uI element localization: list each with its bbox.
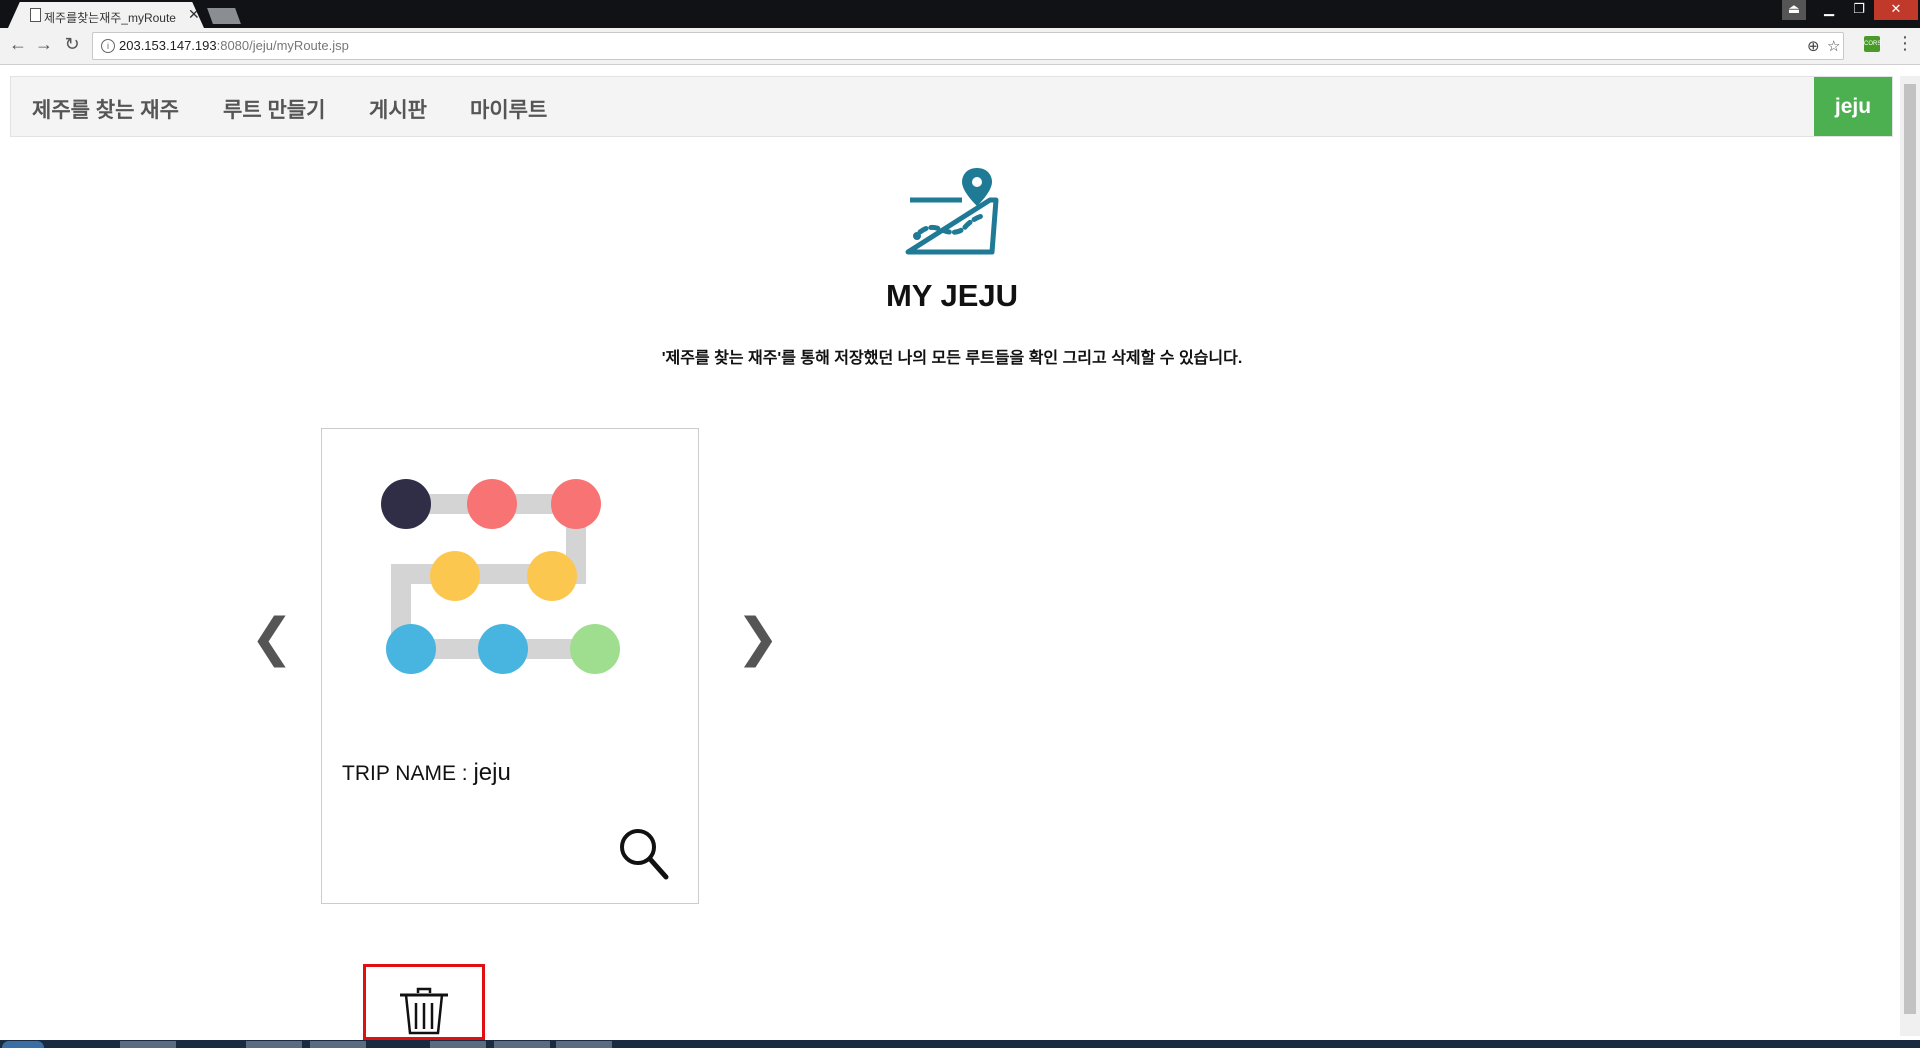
- restore-icon[interactable]: ❐: [1844, 0, 1874, 20]
- tab-title: 제주를찾는재주_myRoute: [44, 11, 176, 25]
- map-route-icon: [905, 168, 999, 255]
- trip-name: TRIP NAME : jeju: [342, 759, 511, 787]
- nav-item-board[interactable]: 게시판: [369, 94, 427, 124]
- page-subtitle: '제주를 찾는 재주'를 통해 저장했던 나의 모든 루트들을 확인 그리고 삭…: [661, 350, 1243, 367]
- close-tab-icon[interactable]: ✕: [188, 6, 200, 23]
- scroll-thumb[interactable]: [1904, 84, 1916, 1014]
- info-icon[interactable]: i: [101, 39, 115, 53]
- taskbar-item[interactable]: [246, 1041, 302, 1048]
- page-icon: [30, 8, 41, 22]
- back-icon[interactable]: ←: [6, 34, 30, 55]
- site-navbar: 제주를 찾는 재주 루트 만들기 게시판 마이루트 jeju: [10, 76, 1893, 137]
- nav-item-my-route[interactable]: 마이루트: [470, 94, 547, 124]
- trip-name-label: TRIP NAME :: [342, 762, 474, 785]
- zoom-icon[interactable]: ⊕: [1807, 37, 1820, 55]
- route-card[interactable]: TRIP NAME : jeju: [321, 428, 699, 904]
- page-title: MY JEJU: [885, 278, 1019, 313]
- minimize-icon[interactable]: ▁: [1814, 0, 1844, 20]
- url-path: :8080/jeju/myRoute.jsp: [216, 38, 349, 53]
- url-host: 203.153.147.193: [119, 38, 217, 53]
- page-scrollbar[interactable]: [1900, 76, 1920, 1036]
- browser-toolbar: ← → ↻ i 203.153.147.193:8080/jeju/myRout…: [0, 28, 1920, 65]
- trip-name-value: jeju: [473, 759, 511, 786]
- carousel-prev-button[interactable]: ❮: [250, 612, 294, 664]
- reload-icon[interactable]: ↻: [60, 34, 84, 55]
- taskbar-item[interactable]: [120, 1041, 176, 1048]
- route-dots-icon: [381, 479, 620, 674]
- carousel-next-button[interactable]: ❯: [736, 612, 780, 664]
- taskbar-item[interactable]: [310, 1041, 366, 1048]
- browser-tab[interactable]: 제주를찾는재주_myRoute ✕: [8, 2, 204, 28]
- extension-icon[interactable]: CORS: [1864, 36, 1881, 52]
- browser-menu-icon[interactable]: ⋮: [1896, 33, 1914, 54]
- address-bar[interactable]: i 203.153.147.193:8080/jeju/myRoute.jsp …: [92, 32, 1844, 60]
- browser-titlebar: 제주를찾는재주_myRoute ✕ ⏏ ▁ ❐ ✕: [0, 0, 1920, 28]
- magnifier-icon[interactable]: [618, 827, 670, 881]
- bookmark-star-icon[interactable]: ☆: [1827, 37, 1840, 55]
- taskbar-item[interactable]: [494, 1041, 550, 1048]
- forward-icon[interactable]: →: [32, 34, 56, 55]
- new-tab-button[interactable]: [207, 8, 241, 24]
- nav-brand[interactable]: 제주를 찾는 재주: [32, 94, 179, 124]
- taskbar-item[interactable]: [430, 1041, 486, 1048]
- delete-button[interactable]: [363, 964, 485, 1040]
- close-window-icon[interactable]: ✕: [1874, 0, 1918, 20]
- start-button[interactable]: [2, 1041, 44, 1048]
- user-button[interactable]: jeju: [1814, 77, 1892, 136]
- profile-icon[interactable]: ⏏: [1782, 0, 1806, 20]
- nav-item-create-route[interactable]: 루트 만들기: [223, 94, 325, 124]
- trash-icon: [400, 987, 448, 1035]
- taskbar-item[interactable]: [556, 1041, 612, 1048]
